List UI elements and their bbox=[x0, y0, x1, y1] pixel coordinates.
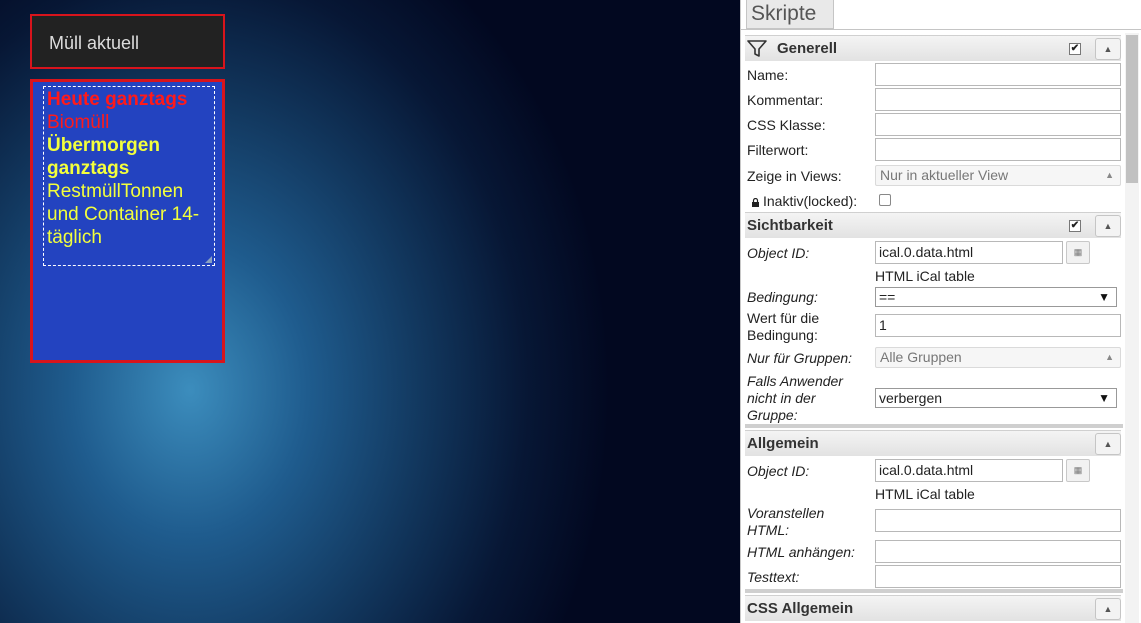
bedingung-select[interactable]: == ▼ bbox=[875, 287, 1117, 307]
voranstellen-label: Voranstellen HTML: bbox=[747, 505, 825, 538]
sicht-object-id-label: Object ID: bbox=[747, 245, 810, 261]
bedingung-value: == bbox=[879, 289, 896, 305]
zeige-in-views-select[interactable]: Nur in aktueller View ▲ bbox=[875, 165, 1121, 186]
gruppen-select[interactable]: Alle Gruppen ▲ bbox=[875, 347, 1121, 368]
css-klasse-label: CSS Klasse: bbox=[747, 117, 826, 133]
chevron-up-icon[interactable]: ▲ bbox=[1095, 38, 1121, 60]
falls-value: verbergen bbox=[879, 390, 943, 406]
resize-grip-icon[interactable] bbox=[205, 256, 212, 263]
chevron-up-icon[interactable]: ▲ bbox=[1095, 433, 1121, 455]
section-divider bbox=[745, 424, 1123, 428]
tab-skripte-label: Skripte bbox=[751, 2, 817, 25]
kommentar-label: Kommentar: bbox=[747, 92, 824, 108]
section-allgemein-header[interactable]: Allgemein ▲ bbox=[745, 430, 1121, 456]
sicht-object-id-hint: HTML iCal table bbox=[875, 268, 975, 284]
allg-object-id-hint: HTML iCal table bbox=[875, 486, 975, 502]
name-input[interactable] bbox=[875, 63, 1121, 86]
section-generell-checkbox[interactable]: ✔ bbox=[1069, 43, 1081, 55]
scrollbar-thumb[interactable] bbox=[1126, 35, 1138, 183]
section-css-allgemein-header[interactable]: CSS Allgemein ▲ bbox=[745, 595, 1121, 621]
anhaengen-label: HTML anhängen: bbox=[747, 544, 855, 560]
widget-ical[interactable]: Heute ganztags Biomüll Übermorgen ganzta… bbox=[30, 79, 225, 363]
allg-object-id-input[interactable]: ical.0.data.html bbox=[875, 459, 1063, 482]
gruppen-value: Alle Gruppen bbox=[880, 349, 962, 365]
falls-label: Falls Anwender nicht in der Gruppe: bbox=[747, 373, 843, 423]
testtext-input[interactable] bbox=[875, 565, 1121, 588]
inspector-panel: Skripte Generell ✔ ▲ Name: Kommentar: CS… bbox=[740, 0, 1141, 623]
widget-title-text: Müll aktuell bbox=[49, 33, 140, 53]
filterwort-input[interactable] bbox=[875, 138, 1121, 161]
sicht-object-id-input[interactable]: ical.0.data.html bbox=[875, 241, 1063, 264]
inaktiv-checkbox[interactable] bbox=[879, 194, 891, 206]
ical-today-event: Biomüll bbox=[47, 112, 110, 133]
ical-later-event: RestmüllTonnen und Container 14-täglich bbox=[47, 181, 200, 248]
section-sichtbarkeit-header[interactable]: Sichtbarkeit ✔ ▲ bbox=[745, 212, 1121, 238]
voranstellen-input[interactable] bbox=[875, 509, 1121, 532]
wert-input[interactable]: 1 bbox=[875, 314, 1121, 337]
tab-skripte[interactable]: Skripte bbox=[746, 0, 834, 29]
testtext-label: Testtext: bbox=[747, 569, 800, 585]
chevron-down-icon: ▼ bbox=[1098, 391, 1110, 405]
lock-icon bbox=[752, 198, 759, 207]
list-picker-icon[interactable]: ▦ bbox=[1066, 241, 1090, 264]
wert-label: Wert für die Bedingung: bbox=[747, 310, 820, 343]
section-divider bbox=[745, 589, 1123, 593]
vis-canvas: Müll aktuell Heute ganztags Biomüll Über… bbox=[0, 0, 740, 623]
kommentar-input[interactable] bbox=[875, 88, 1121, 111]
section-sichtbarkeit-checkbox[interactable]: ✔ bbox=[1069, 220, 1081, 232]
ical-selection-frame[interactable]: Heute ganztags Biomüll Übermorgen ganzta… bbox=[43, 86, 215, 266]
ical-later-label: Übermorgen ganztags bbox=[47, 135, 160, 179]
section-css-allgemein-title: CSS Allgemein bbox=[747, 600, 854, 617]
zeige-in-views-value: Nur in aktueller View bbox=[880, 167, 1009, 183]
updown-icon: ▲ bbox=[1105, 170, 1114, 180]
bedingung-label: Bedingung: bbox=[747, 289, 818, 305]
inaktiv-label-text: Inaktiv(locked): bbox=[763, 193, 858, 209]
anhaengen-input[interactable] bbox=[875, 540, 1121, 563]
falls-select[interactable]: verbergen ▼ bbox=[875, 388, 1117, 408]
chevron-up-icon[interactable]: ▲ bbox=[1095, 598, 1121, 620]
inaktiv-label: Inaktiv(locked): bbox=[751, 193, 857, 210]
css-klasse-input[interactable] bbox=[875, 113, 1121, 136]
widget-muell-title[interactable]: Müll aktuell bbox=[30, 14, 225, 69]
filter-icon bbox=[747, 40, 767, 57]
ical-today-label: Heute ganztags bbox=[47, 89, 188, 110]
filterwort-label: Filterwort: bbox=[747, 142, 809, 158]
section-allgemein-title: Allgemein bbox=[747, 435, 819, 452]
list-picker-icon[interactable]: ▦ bbox=[1066, 459, 1090, 482]
chevron-down-icon: ▼ bbox=[1098, 290, 1110, 304]
section-sichtbarkeit-title: Sichtbarkeit bbox=[747, 217, 833, 234]
section-generell-title: Generell bbox=[777, 40, 838, 57]
allg-object-id-label: Object ID: bbox=[747, 463, 810, 479]
tab-divider bbox=[741, 29, 1141, 30]
gruppen-label: Nur für Gruppen: bbox=[747, 350, 853, 366]
zeige-in-views-label: Zeige in Views: bbox=[747, 168, 842, 184]
updown-icon: ▲ bbox=[1105, 352, 1114, 362]
chevron-up-icon[interactable]: ▲ bbox=[1095, 215, 1121, 237]
name-label: Name: bbox=[747, 67, 789, 83]
section-generell-header[interactable]: Generell ✔ ▲ bbox=[745, 35, 1121, 61]
